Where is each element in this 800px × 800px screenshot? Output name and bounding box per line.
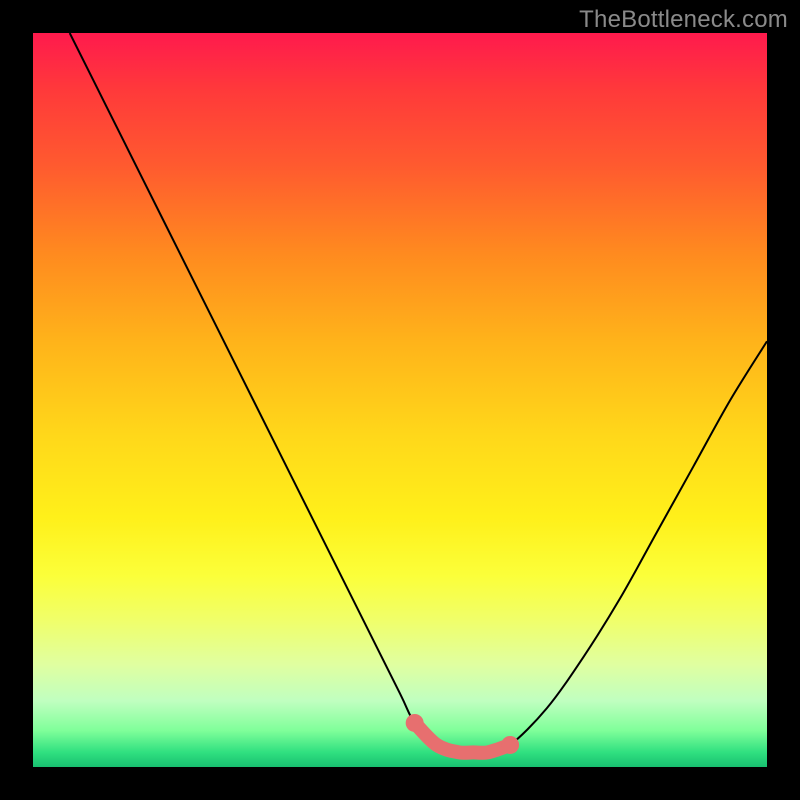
highlight-endpoint-0	[406, 714, 424, 732]
highlight-endpoint-1	[501, 736, 519, 754]
chart-plot-area	[33, 33, 767, 767]
bottleneck-curve	[70, 33, 767, 753]
chart-frame: TheBottleneck.com	[0, 0, 800, 800]
curves-group	[70, 33, 767, 754]
chart-svg	[33, 33, 767, 767]
optimal-range-highlight	[415, 723, 510, 753]
watermark-text: TheBottleneck.com	[579, 6, 788, 34]
